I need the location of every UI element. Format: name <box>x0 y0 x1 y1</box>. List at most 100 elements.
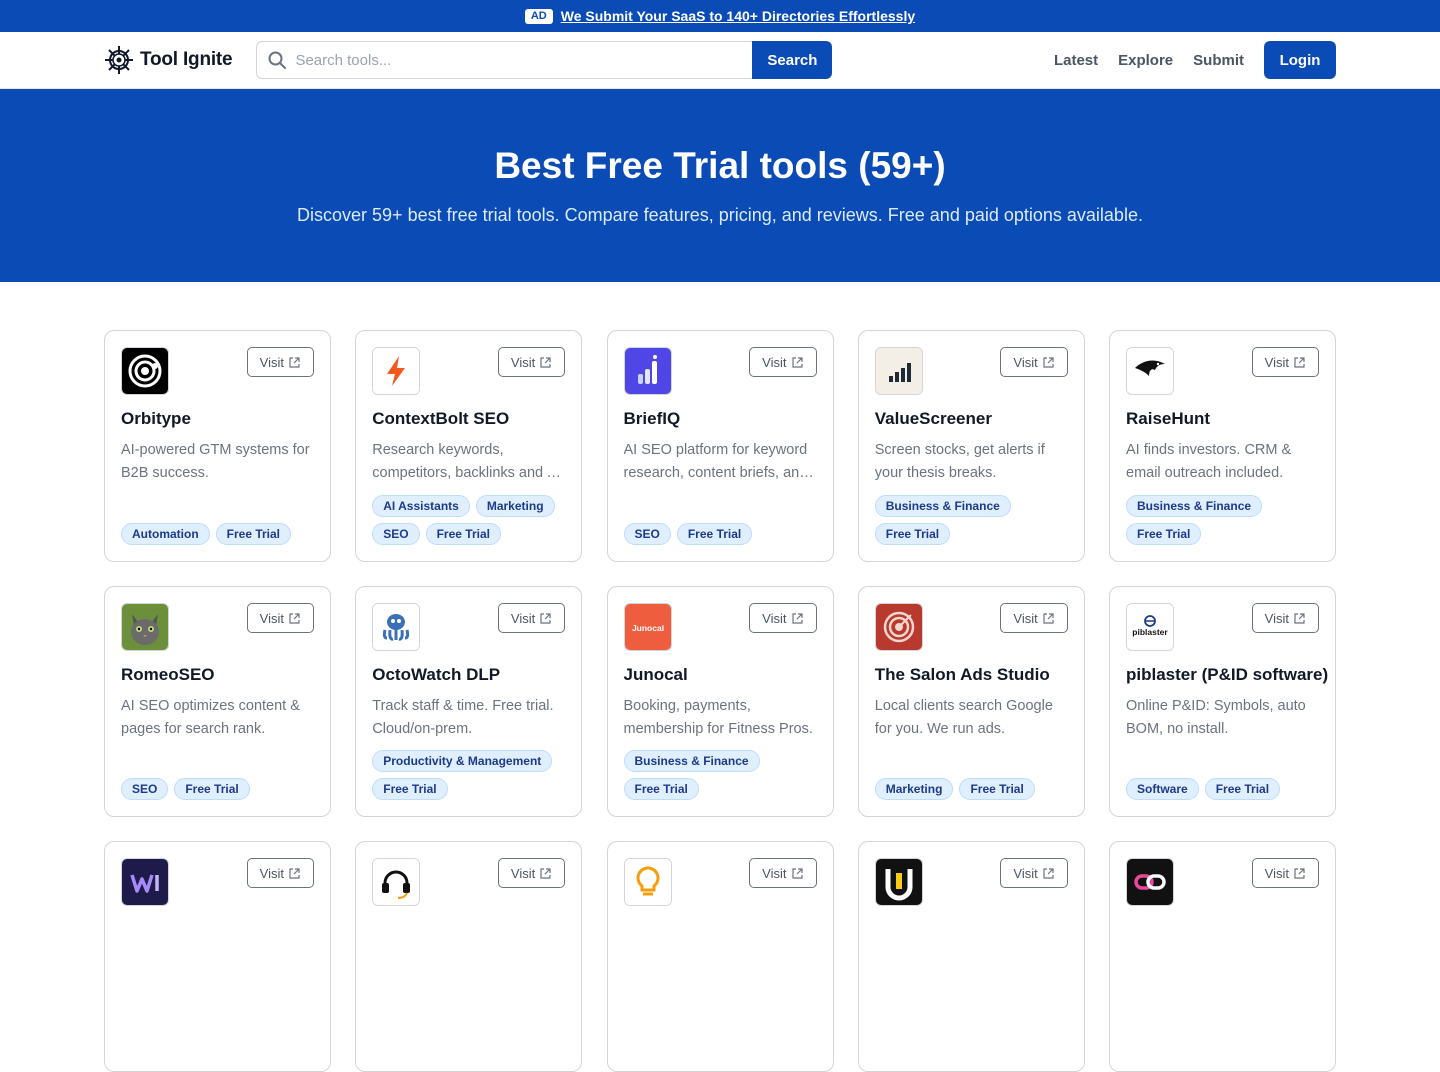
brand-logo[interactable]: Tool Ignite <box>104 45 233 75</box>
tag[interactable]: Free Trial <box>874 523 951 545</box>
visit-button[interactable]: Visit <box>497 858 566 888</box>
visit-button[interactable]: Visit <box>1000 858 1068 888</box>
tool-name[interactable]: RomeoSEO <box>121 665 314 685</box>
tag[interactable]: Free Trial <box>215 523 292 545</box>
tool-name[interactable]: OctoWatch DLP <box>372 665 565 685</box>
visit-button[interactable]: Visit <box>1251 603 1319 633</box>
tool-card[interactable]: Visit <box>104 841 331 1072</box>
visit-button[interactable]: Visit <box>1000 347 1068 377</box>
tag[interactable]: Free Trial <box>174 778 250 800</box>
tool-name[interactable]: ValueScreener <box>875 409 1068 429</box>
tag[interactable]: Free Trial <box>425 523 501 545</box>
visit-button[interactable]: Visit <box>497 347 566 377</box>
tag[interactable]: SEO <box>121 778 169 800</box>
card-header: Visit <box>874 858 1068 906</box>
tag-list: Marketing Free Trial <box>874 778 1068 800</box>
visit-button[interactable]: Visit <box>1251 858 1319 888</box>
target-icon <box>874 603 923 651</box>
tag[interactable]: AI Assistants <box>372 495 470 517</box>
visit-button[interactable]: Visit <box>1000 603 1068 633</box>
tag[interactable]: Free Trial <box>959 778 1035 800</box>
tag-list: SEO Free Trial <box>121 778 314 800</box>
cat-icon <box>121 603 169 651</box>
visit-button[interactable]: Visit <box>497 603 566 633</box>
tool-card[interactable]: Visit BriefIQ AI SEO platform for keyword … <box>606 330 834 562</box>
tool-name[interactable]: BriefIQ <box>624 409 817 429</box>
search-button[interactable]: Search <box>752 41 833 79</box>
visit-button[interactable]: Visit <box>246 347 314 377</box>
tag[interactable]: Free Trial <box>372 778 448 800</box>
visit-button[interactable]: Visit <box>246 603 314 633</box>
external-link-icon <box>791 867 803 879</box>
tag[interactable]: Business & Finance <box>1126 495 1263 517</box>
visit-button[interactable]: Visit <box>246 858 314 888</box>
card-header: Visit <box>372 858 566 906</box>
tag[interactable]: Free Trial <box>676 523 753 545</box>
nav-link-latest[interactable]: Latest <box>1054 52 1098 69</box>
tool-card[interactable]: Visit Orbitype AI-powered GTM systems for … <box>104 330 331 562</box>
tag[interactable]: SEO <box>372 523 420 545</box>
tool-description: AI-powered GTM systems for B2B success. <box>121 442 310 481</box>
external-link-icon <box>1294 612 1305 624</box>
nav-link-explore[interactable]: Explore <box>1118 52 1173 69</box>
tool-name[interactable]: Junocal <box>624 665 817 685</box>
svg-text:Junocal: Junocal <box>631 623 663 633</box>
tool-name[interactable]: Orbitype <box>121 409 314 429</box>
tool-name[interactable]: The Salon Ads Studio <box>875 665 1068 685</box>
visit-label: Visit <box>762 610 787 626</box>
ad-banner: AD We Submit Your SaaS to 140+ Directori… <box>0 0 1440 32</box>
tag[interactable]: Automation <box>121 523 210 545</box>
ad-link[interactable]: We Submit Your SaaS to 140+ Directories … <box>561 8 915 24</box>
external-link-icon <box>791 356 803 368</box>
tool-card[interactable]: Visit ContextBolt SEO Research keywords, c… <box>355 330 583 562</box>
tool-name[interactable]: ContextBolt SEO <box>372 409 565 429</box>
tag[interactable]: SEO <box>623 523 671 545</box>
tool-card[interactable]: Visit <box>1109 841 1336 1072</box>
login-button[interactable]: Login <box>1264 41 1336 79</box>
tool-name[interactable]: RaiseHunt <box>1126 409 1319 429</box>
card-header: Visit <box>874 347 1068 395</box>
tool-card[interactable]: Junocal Visit Junocal Booking, payments, me… <box>606 586 834 817</box>
card-header: Visit <box>1126 347 1319 395</box>
external-link-icon <box>289 356 300 368</box>
card-header: piblaster Visit <box>1126 603 1319 651</box>
tool-name[interactable]: piblaster (P&ID software) <box>1126 665 1328 685</box>
tool-card[interactable]: Visit <box>857 841 1085 1072</box>
tag-list: SEO Free Trial <box>623 523 817 545</box>
tool-card[interactable]: Visit ValueScreener Screen stocks, get ale… <box>857 330 1085 562</box>
tool-card[interactable]: Visit The Salon Ads Studio Local clients s… <box>857 586 1085 817</box>
visit-button[interactable]: Visit <box>749 603 817 633</box>
tag[interactable]: Productivity & Management <box>372 750 553 772</box>
tool-card[interactable]: Visit OctoWatch DLP Track staff & time. Fr… <box>355 586 583 817</box>
tool-card[interactable]: Visit RomeoSEO AI SEO optimizes content & … <box>104 586 331 817</box>
tag[interactable]: Free Trial <box>1126 523 1202 545</box>
bar-chart-icon <box>623 347 672 395</box>
tag[interactable]: Free Trial <box>1204 778 1281 800</box>
tag[interactable]: Software <box>1126 778 1199 800</box>
octopus-icon <box>372 603 421 651</box>
eagle-icon <box>1126 347 1174 395</box>
tool-card[interactable]: Visit <box>355 841 583 1072</box>
tag[interactable]: Free Trial <box>623 778 699 800</box>
tag[interactable]: Business & Finance <box>874 495 1011 517</box>
visit-label: Visit <box>259 865 284 881</box>
external-link-icon <box>540 867 551 879</box>
svg-text:piblaster: piblaster <box>1132 627 1168 637</box>
tool-description: Screen stocks, get alerts if your thesis… <box>874 442 1045 481</box>
wi-logo-icon <box>121 858 169 906</box>
visit-button[interactable]: Visit <box>749 858 817 888</box>
tool-card[interactable]: Visit <box>606 841 834 1072</box>
external-link-icon <box>289 612 300 624</box>
tool-description: Research keywords, competitors, backlink… <box>372 442 561 481</box>
search-input[interactable] <box>295 51 753 69</box>
visit-label: Visit <box>1013 610 1038 626</box>
tag[interactable]: Business & Finance <box>623 750 760 772</box>
nav-link-submit[interactable]: Submit <box>1193 52 1244 69</box>
tool-card[interactable]: Visit RaiseHunt AI finds investors. CRM & … <box>1109 330 1336 562</box>
tool-card[interactable]: piblaster Visit piblaster (P&ID software) O… <box>1109 586 1336 817</box>
visit-button[interactable]: Visit <box>1251 347 1319 377</box>
visit-button[interactable]: Visit <box>749 347 817 377</box>
tag[interactable]: Marketing <box>874 778 954 800</box>
search-icon <box>268 51 287 69</box>
tag[interactable]: Marketing <box>475 495 555 517</box>
